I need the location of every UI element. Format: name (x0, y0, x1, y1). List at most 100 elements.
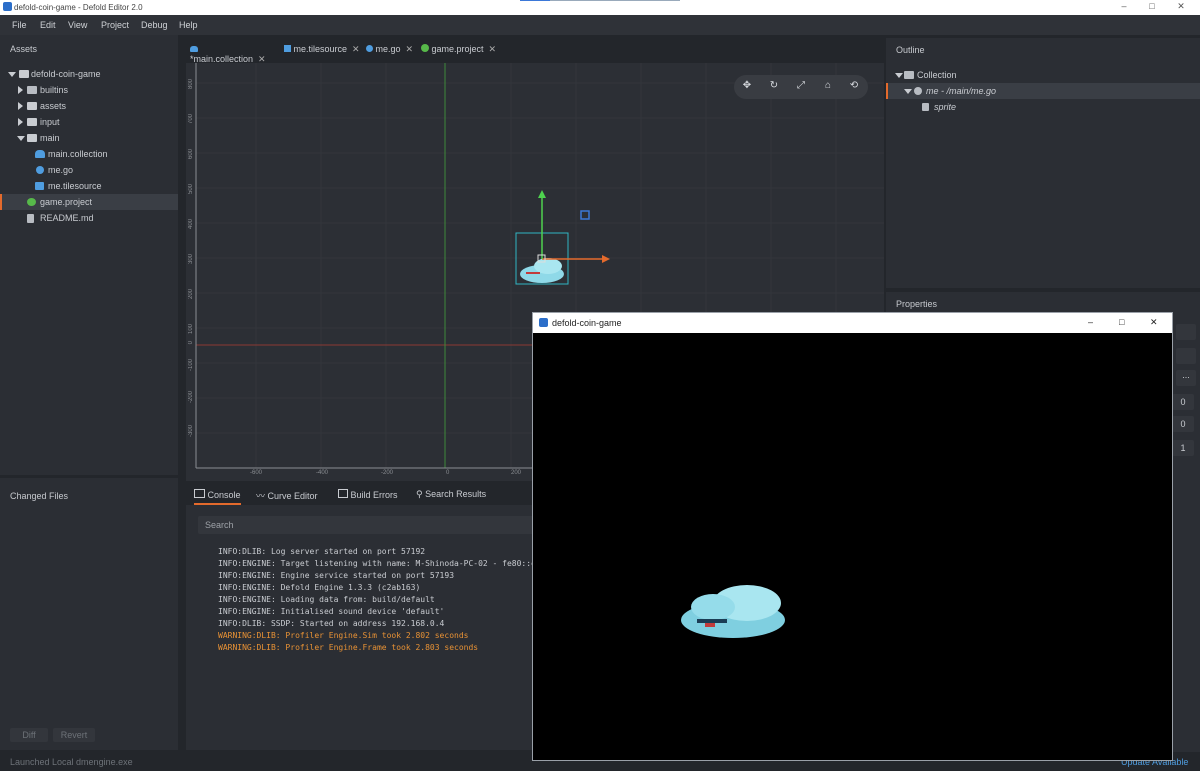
tab-me-tilesource[interactable]: me.tilesource ✕ (284, 44, 360, 63)
close-button[interactable]: ✕ (1150, 317, 1158, 328)
log-line-warning: WARNING:DLIB: Profiler Engine.Frame took… (218, 643, 479, 652)
game-window-title: defold-coin-game (552, 318, 622, 328)
y-tick: 500 (188, 184, 194, 195)
tab-label: Curve Editor (267, 491, 318, 501)
y-tick: 600 (188, 149, 194, 160)
tree-item-label: assets (40, 101, 67, 111)
collection-icon (904, 71, 914, 79)
rotate-tool-icon[interactable]: ↻ (767, 80, 781, 94)
gear-icon (421, 44, 429, 52)
tree-item-label: main (40, 133, 60, 143)
log-line: INFO:ENGINE: Defold Engine 1.3.3 (c2ab16… (218, 583, 421, 592)
chevron-down-icon[interactable] (8, 72, 16, 77)
chevron-down-icon[interactable] (904, 89, 912, 94)
cloud-sprite-render (681, 585, 785, 638)
tree-item-game-project[interactable]: game.project (0, 194, 178, 210)
tree-item-builtins[interactable]: builtins (0, 82, 178, 98)
y-tick: -100 (188, 359, 194, 372)
chevron-right-icon[interactable] (18, 86, 23, 94)
chevron-right-icon[interactable] (18, 118, 23, 126)
minimize-button[interactable]: – (1117, 1, 1131, 13)
property-field[interactable] (1176, 324, 1196, 340)
outline-item-me[interactable]: me - /main/me.go (886, 83, 1200, 99)
properties-title: Properties (896, 299, 938, 309)
tree-item-input[interactable]: input (0, 114, 178, 130)
close-icon[interactable]: ✕ (406, 44, 414, 54)
tab-me-go[interactable]: me.go ✕ (366, 44, 413, 63)
move-tool-icon[interactable]: ✥ (740, 80, 754, 94)
tree-item-root[interactable]: defold-coin-game (0, 66, 178, 82)
more-button[interactable]: ... (1176, 370, 1196, 386)
maximize-button[interactable]: □ (1145, 1, 1159, 13)
tree-item-label: README.md (40, 213, 94, 223)
reset-view-icon[interactable]: ⟲ (847, 80, 861, 94)
outline-item-label: Collection (917, 70, 957, 80)
property-value[interactable]: 0 (1172, 416, 1194, 432)
tree-item-me-go[interactable]: me.go (0, 162, 178, 178)
menu-project[interactable]: Project (101, 20, 129, 30)
log-line: INFO:ENGINE: Target listening with name:… (218, 559, 541, 568)
tab-label: me.go (375, 44, 401, 54)
game-window[interactable]: defold-coin-game – □ ✕ (532, 312, 1173, 761)
tree-item-main-collection[interactable]: main.collection (0, 146, 178, 162)
property-field[interactable] (1176, 348, 1196, 364)
tree-item-main[interactable]: main (0, 130, 178, 146)
menu-debug[interactable]: Debug (141, 20, 168, 30)
tab-label: Build Errors (350, 490, 398, 500)
menu-help[interactable]: Help (179, 20, 198, 30)
chevron-right-icon[interactable] (18, 102, 23, 110)
game-window-titlebar: defold-coin-game – □ ✕ (533, 313, 1172, 333)
camera-icon[interactable]: ⌂ (821, 80, 835, 94)
minimize-button[interactable]: – (1088, 317, 1093, 327)
gameobject-icon (366, 45, 373, 52)
property-value-text: 0 (1180, 419, 1186, 429)
tab-curve-editor[interactable]: 〰 Curve Editor (256, 489, 318, 502)
tab-main-collection[interactable]: *main.collection ✕ (190, 44, 276, 65)
tree-item-me-tilesource[interactable]: me.tilesource (0, 178, 178, 194)
gameobject-icon (914, 87, 922, 95)
log-line: INFO:DLIB: Log server started on port 57… (218, 547, 426, 556)
close-button[interactable]: ✕ (1174, 1, 1188, 13)
tree-item-label: builtins (40, 85, 69, 95)
y-tick: 100 (188, 324, 194, 335)
tab-label: me.tilesource (293, 44, 348, 54)
close-icon[interactable]: ✕ (489, 44, 497, 54)
tree-item-readme[interactable]: README.md (0, 210, 178, 226)
puzzle-icon (27, 86, 37, 94)
menu-view[interactable]: View (68, 20, 87, 30)
search-icon: ⚲ (416, 489, 423, 499)
property-value[interactable]: 1 (1172, 440, 1194, 456)
x-tick: -200 (381, 470, 394, 476)
folder-icon (27, 102, 37, 110)
changed-files-pane: Changed Files Diff Revert (0, 478, 178, 750)
error-icon (338, 489, 348, 498)
menu-bar: File Edit View Project Debug Help (0, 15, 1200, 35)
revert-button[interactable]: Revert (53, 728, 95, 742)
x-tick: 200 (511, 470, 522, 476)
scale-tool-icon[interactable]: ⤢ (794, 80, 808, 94)
outline-item-label: me - /main/me.go (926, 86, 997, 96)
y-tick: 700 (188, 114, 194, 125)
tab-build-errors[interactable]: Build Errors (338, 489, 398, 500)
menu-edit[interactable]: Edit (40, 20, 56, 30)
title-bar: defold-coin-game - Defold Editor 2.0 – □… (0, 0, 1200, 15)
defold-logo-icon (3, 2, 12, 11)
diff-button[interactable]: Diff (10, 728, 48, 742)
outline-item-sprite[interactable]: sprite (886, 99, 1200, 115)
outline-title: Outline (896, 45, 925, 55)
chevron-down-icon[interactable] (895, 73, 903, 78)
tree-item-label: me.tilesource (48, 181, 102, 191)
property-value[interactable]: 0 (1172, 394, 1194, 410)
outline-item-collection[interactable]: Collection (886, 67, 1200, 83)
tab-search-results[interactable]: ⚲ Search Results (416, 489, 486, 500)
y-tick: 400 (188, 219, 194, 230)
y-tick: -300 (188, 425, 194, 438)
chevron-down-icon[interactable] (17, 136, 25, 141)
y-tick: 200 (188, 289, 194, 300)
close-icon[interactable]: ✕ (352, 44, 360, 54)
tree-item-assets[interactable]: assets (0, 98, 178, 114)
maximize-button[interactable]: □ (1119, 317, 1124, 327)
menu-file[interactable]: File (12, 20, 27, 30)
tab-console[interactable]: Console (194, 489, 241, 505)
tab-game-project[interactable]: game.project ✕ (421, 44, 496, 63)
